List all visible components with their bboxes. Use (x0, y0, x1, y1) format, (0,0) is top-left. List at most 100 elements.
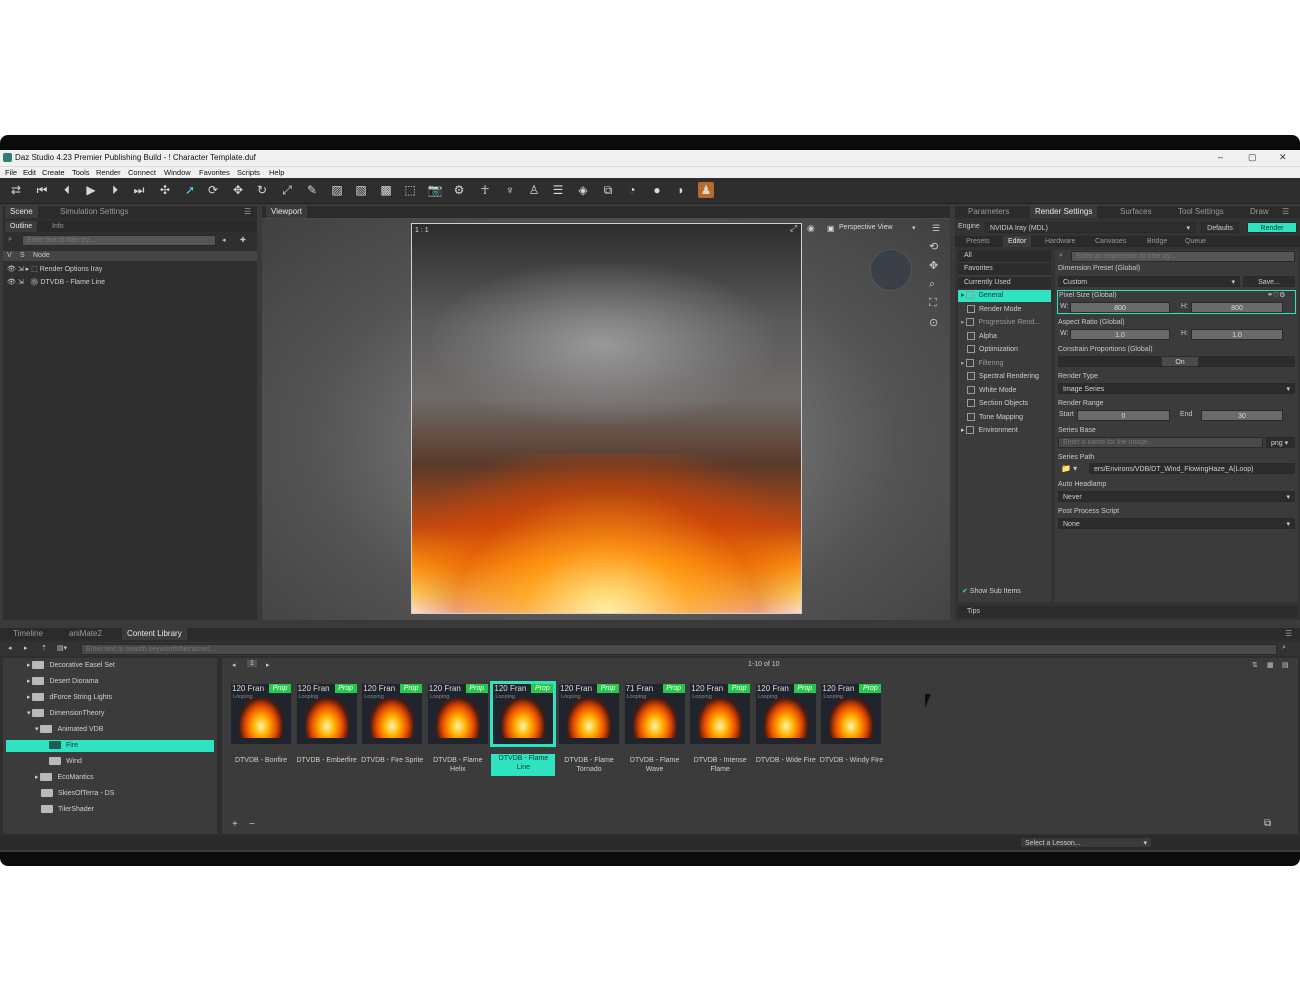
group-white-mode[interactable]: White Mode (967, 385, 1016, 397)
filter-next-icon[interactable]: ✚ (240, 236, 246, 244)
series-path-field[interactable]: ers/Environs/VDB/DT_Wind_FlowingHaze_A(L… (1089, 463, 1295, 474)
forward-icon[interactable]: ▸ (24, 644, 28, 652)
group-filtering[interactable]: ▸ Filtering (961, 358, 1003, 370)
viewport-expand-icon[interactable]: ⤢ (790, 223, 797, 234)
menu-window[interactable]: Window (164, 168, 191, 177)
list-icon[interactable]: ☰ (550, 182, 566, 198)
sphere-icon[interactable]: ● (649, 182, 665, 198)
go-to-end-icon[interactable]: ⏭ (131, 182, 147, 198)
page-back-icon[interactable]: ◂ (232, 661, 236, 669)
save-preset-button[interactable]: Save... (1243, 276, 1295, 287)
add-icon[interactable]: + (232, 819, 238, 830)
tree-item[interactable]: Wind (49, 756, 82, 768)
pane-menu-icon[interactable]: ☰ (1277, 206, 1294, 218)
step-forward-icon[interactable]: ⏵ (107, 182, 123, 198)
camera-select[interactable]: Perspective View (839, 224, 893, 231)
group-favorites[interactable]: Favorites (958, 263, 1051, 275)
lesson-select[interactable]: Select a Lesson... ▾ (1020, 837, 1152, 848)
tab-surfaces[interactable]: Surfaces (1115, 206, 1157, 218)
back-icon[interactable]: ◂ (8, 644, 12, 652)
library-item-thumbnail[interactable]: 120 Fran Looping Prop (559, 684, 619, 744)
library-item-thumbnail[interactable]: 120 Fran Looping Prop (490, 681, 557, 747)
figure-icon[interactable]: ☥ (477, 182, 493, 198)
page-number[interactable]: 1 (247, 660, 257, 667)
library-item-label[interactable]: DTVDB - Flame Tornado (557, 756, 621, 774)
menu-scripts[interactable]: Scripts (237, 168, 260, 177)
pixel-height-field[interactable]: 800 (1191, 302, 1283, 313)
region-navigator-icon[interactable]: ▧ (353, 182, 369, 198)
view-mode-icon[interactable]: ▤▾ (57, 644, 67, 652)
up-icon[interactable]: ⇡ (41, 644, 47, 652)
reset-view-icon[interactable]: ⊙ (929, 316, 938, 329)
library-item-label[interactable]: DTVDB - Bonfire (229, 756, 293, 765)
scene-node-row[interactable]: 👁 ⇲ ▸ ⬚ Render Options Iray (7, 264, 102, 276)
tab-hardware[interactable]: Hardware (1040, 236, 1080, 247)
library-search-input[interactable] (81, 644, 1277, 655)
library-item-thumbnail[interactable]: 120 Fran Looping Prop (427, 684, 488, 744)
constrain-toggle[interactable]: On (1058, 356, 1295, 367)
group-general[interactable]: ▸ General (958, 290, 1051, 302)
library-item-label[interactable]: DTVDB - Flame Helix (426, 756, 490, 774)
eye-icon[interactable]: 👁 (7, 266, 16, 273)
viewport-options-icon[interactable]: ◉ (807, 223, 815, 234)
search-icon[interactable]: ⌕ (1282, 644, 1286, 652)
scene-node-row[interactable]: 👁 ⇲ ⚙ DTVDB - Flame Line (7, 277, 105, 289)
library-item-label[interactable]: DTVDB - Intense Flame (688, 756, 752, 774)
pixel-width-field[interactable]: 800 (1070, 302, 1170, 313)
lock-link-icons[interactable]: ⚭♡⚙ (1267, 291, 1285, 299)
viewport-canvas[interactable]: 1 : 1 ⤢ ◉ ▣ Perspective View ▾ ☰ ⟲ ✥ ⌕ ⛶… (262, 219, 950, 620)
page-forward-icon[interactable]: ▸ (266, 661, 270, 669)
aspect-width-field[interactable]: 1.0 (1070, 329, 1170, 340)
tab-timeline[interactable]: Timeline (8, 628, 48, 640)
list-view-icon[interactable]: ▤ (1282, 661, 1289, 669)
pane-menu-icon[interactable]: ☰ (239, 206, 256, 218)
view-cube[interactable] (870, 249, 912, 291)
menu-tools[interactable]: Tools (72, 168, 90, 177)
tree-item[interactable]: ▾ DimensionTheory (27, 708, 104, 720)
tab-viewport[interactable]: Viewport (266, 206, 307, 218)
tab-tool-settings[interactable]: Tool Settings (1173, 206, 1229, 218)
joint-editor-icon[interactable]: ✣ (157, 182, 173, 198)
dimension-preset-select[interactable]: Custom ▾ (1058, 276, 1240, 287)
close-button[interactable]: ✕ (1279, 152, 1287, 163)
tree-item-selected[interactable]: Fire (6, 740, 214, 752)
library-item-thumbnail[interactable]: 120 Fran Looping Prop (755, 684, 816, 744)
group-optimization[interactable]: Optimization (967, 344, 1018, 356)
frame-icon[interactable]: ⛶ (929, 297, 937, 310)
play-icon[interactable]: ▶ (83, 182, 99, 198)
viewport-menu-icon[interactable]: ☰ (932, 223, 940, 234)
menu-create[interactable]: Create (42, 168, 65, 177)
menu-favorites[interactable]: Favorites (199, 168, 230, 177)
tab-content-library[interactable]: Content Library (122, 628, 187, 640)
eye-icon[interactable]: 👁 (7, 279, 16, 286)
library-item-thumbnail[interactable]: 71 Fran Looping Prop (624, 684, 685, 744)
scene-filter-input[interactable] (22, 235, 216, 246)
remove-icon[interactable]: − (249, 819, 255, 830)
group-all[interactable]: All (958, 250, 1051, 262)
scale-icon[interactable]: ⤢ (279, 182, 295, 198)
library-item-thumbnail[interactable]: 120 Fran Looping Prop (821, 684, 882, 744)
tab-info[interactable]: Info (47, 221, 69, 232)
series-base-input[interactable] (1058, 437, 1263, 448)
orbit-icon[interactable]: ⟲ (929, 240, 938, 253)
aspect-height-field[interactable]: 1.0 (1191, 329, 1283, 340)
morph-icon[interactable]: ♆ (502, 182, 518, 198)
folder-icon[interactable]: 📁 ▾ (1061, 464, 1077, 473)
library-item-label[interactable]: DTVDB - Wide Fire (754, 756, 818, 765)
column-node[interactable]: Node (33, 252, 50, 259)
group-tone-mapping[interactable]: Tone Mapping (967, 412, 1023, 424)
step-back-icon[interactable]: ⏴ (59, 182, 75, 198)
tab-presets[interactable]: Presets (961, 236, 995, 247)
tab-canvases[interactable]: Canvases (1090, 236, 1131, 247)
tab-scene[interactable]: Scene (5, 206, 38, 218)
library-item-thumbnail[interactable]: 120 Fran Looping Prop (690, 684, 751, 744)
column-visible[interactable]: V (7, 252, 12, 259)
tree-item[interactable]: SkiesOfTerra - DS (41, 788, 114, 800)
pan-icon[interactable]: ✥ (929, 259, 938, 272)
render-type-select[interactable]: Image Series ▾ (1058, 383, 1295, 394)
show-sub-items-checkbox[interactable]: ✔ Show Sub Items (962, 586, 1021, 598)
engine-select[interactable]: NVIDIA Iray (MDL) ▾ (985, 222, 1195, 233)
group-alpha[interactable]: Alpha (967, 331, 997, 343)
column-selectable[interactable]: S (20, 252, 25, 259)
material-icon[interactable]: ◗ (673, 182, 689, 198)
